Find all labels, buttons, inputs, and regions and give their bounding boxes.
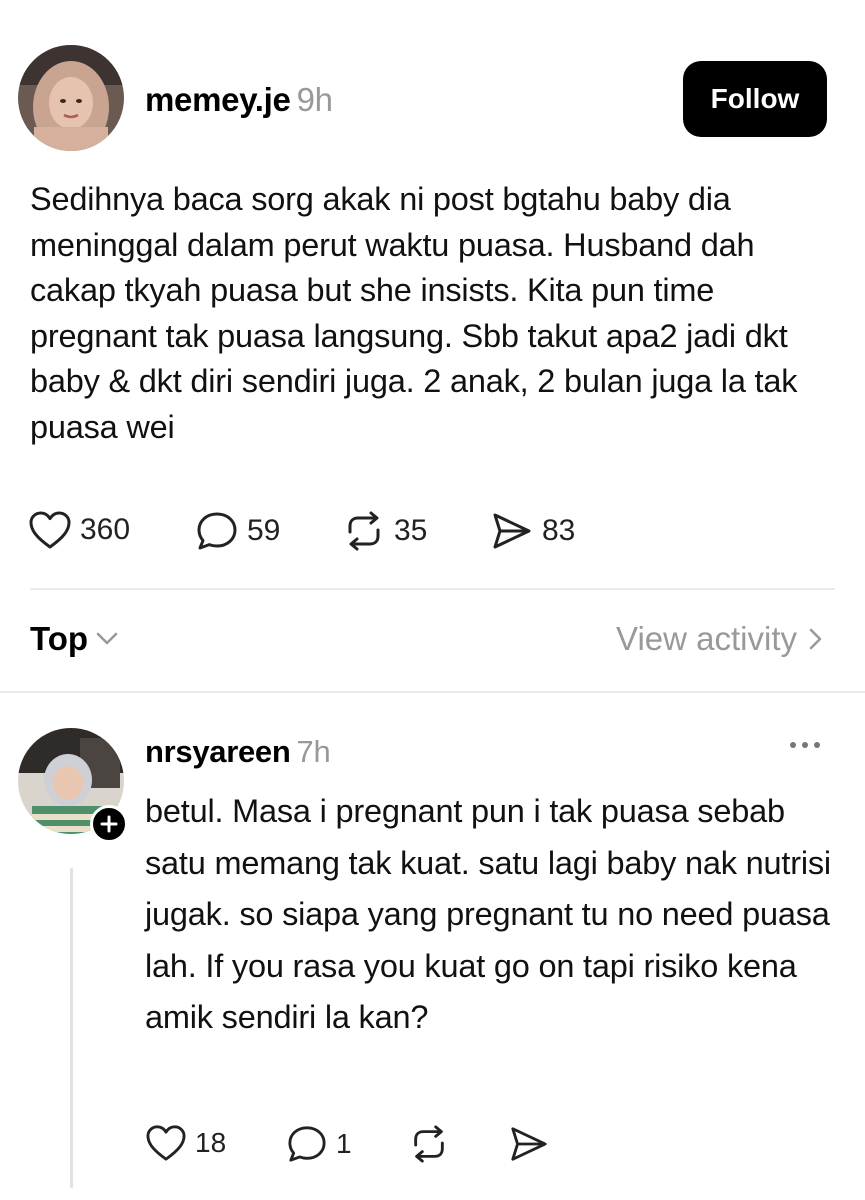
speech-bubble-icon	[288, 1126, 326, 1162]
speech-bubble-icon	[197, 512, 237, 550]
view-activity-label: View activity	[616, 620, 797, 657]
post-author-username[interactable]: memey.je	[145, 81, 291, 118]
post-share-count: 83	[542, 514, 576, 547]
more-options-button[interactable]	[790, 742, 820, 748]
reply-body-text: betul. Masa i pregnant pun i tak puasa s…	[145, 793, 831, 1035]
reply-share-button[interactable]	[508, 1124, 550, 1164]
post-repost-button[interactable]: 35	[342, 510, 427, 552]
reply-like-count: 18	[195, 1127, 227, 1158]
follow-reply-author-button[interactable]	[90, 805, 128, 843]
more-dots-icon	[790, 742, 796, 748]
send-icon	[511, 1127, 547, 1161]
post-divider	[30, 588, 835, 590]
sort-label: Top	[30, 620, 89, 657]
heart-icon	[29, 511, 71, 549]
post-timestamp: 9h	[296, 81, 333, 118]
heart-icon	[146, 1125, 186, 1161]
post-like-button[interactable]: 360	[28, 510, 130, 550]
repost-icon	[348, 511, 380, 551]
post-author-avatar[interactable]	[18, 45, 124, 151]
reply-repost-button[interactable]	[408, 1124, 450, 1164]
follow-button[interactable]: Follow	[683, 61, 827, 137]
post-like-count: 360	[80, 513, 131, 546]
send-icon	[493, 513, 531, 549]
chevron-down-icon	[96, 632, 118, 645]
plus-icon	[100, 815, 118, 833]
reply-author-name[interactable]: nrsyareen 7h	[145, 734, 331, 770]
reply-like-button[interactable]: 18	[145, 1124, 226, 1162]
sort-dropdown[interactable]: Top	[30, 620, 118, 658]
post-author-name[interactable]: memey.je 9h	[145, 81, 333, 119]
reply-comment-button[interactable]: 1	[286, 1124, 352, 1164]
post-comment-button[interactable]: 59	[195, 510, 280, 552]
post-comment-count: 59	[247, 514, 281, 547]
more-dot	[802, 742, 808, 748]
post-body-text: Sedihnya baca sorg akak ni post bgtahu b…	[30, 181, 798, 445]
reply-comment-count: 1	[336, 1128, 352, 1159]
post-share-button[interactable]: 83	[490, 510, 575, 552]
reply-author-username[interactable]: nrsyareen	[145, 734, 291, 769]
replies-divider	[0, 691, 865, 693]
reply-timestamp: 7h	[296, 734, 331, 769]
chevron-right-icon	[809, 628, 822, 650]
view-activity-link[interactable]: View activity	[616, 620, 823, 658]
thread-line	[70, 868, 73, 1188]
more-dot	[814, 742, 820, 748]
post-repost-count: 35	[394, 514, 428, 547]
repost-icon	[414, 1125, 444, 1163]
